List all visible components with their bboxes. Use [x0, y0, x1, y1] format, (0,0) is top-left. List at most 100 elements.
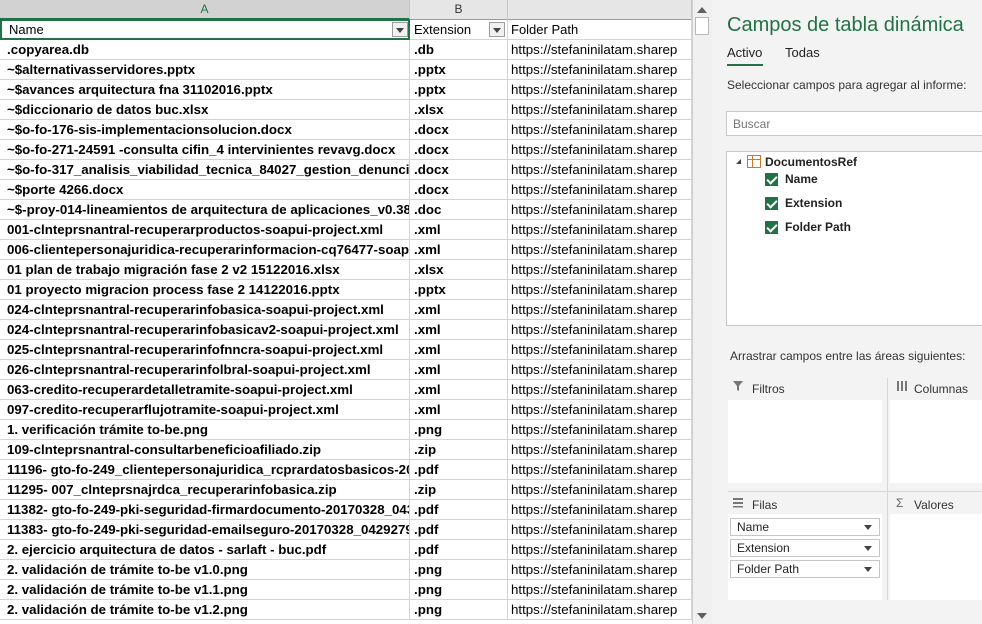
- cell-extension[interactable]: .pdf: [410, 520, 508, 540]
- row-field-chip[interactable]: Extension: [730, 539, 880, 557]
- cell-folder-path[interactable]: https://stefaninilatam.sharep: [508, 420, 692, 440]
- cell-extension[interactable]: .pdf: [410, 460, 508, 480]
- column-header-a[interactable]: A: [0, 0, 410, 20]
- cell-folder-path[interactable]: https://stefaninilatam.sharep: [508, 100, 692, 120]
- cell-folder-path[interactable]: https://stefaninilatam.sharep: [508, 480, 692, 500]
- cell-name[interactable]: 11196- gto-fo-249_clientepersonajuridica…: [0, 460, 410, 480]
- cell-folder-path[interactable]: https://stefaninilatam.sharep: [508, 180, 692, 200]
- cell-name[interactable]: 025-clnteprsnantral-recuperarinfofnncra-…: [0, 340, 410, 360]
- cell-name[interactable]: 026-clnteprsnantral-recuperarinfolbral-s…: [0, 360, 410, 380]
- column-header-c[interactable]: [508, 0, 692, 20]
- cell-folder-path[interactable]: https://stefaninilatam.sharep: [508, 80, 692, 100]
- cell-extension[interactable]: .pptx: [410, 60, 508, 80]
- cell-folder-path[interactable]: https://stefaninilatam.sharep: [508, 160, 692, 180]
- cell-name[interactable]: ~$diccionario de datos buc.xlsx: [0, 100, 410, 120]
- cell-folder-path[interactable]: https://stefaninilatam.sharep: [508, 360, 692, 380]
- cell-name[interactable]: ~$avances arquitectura fna 31102016.pptx: [0, 80, 410, 100]
- cell-name[interactable]: 11382- gto-fo-249-pki-seguridad-firmardo…: [0, 500, 410, 520]
- cell-folder-path[interactable]: https://stefaninilatam.sharep: [508, 60, 692, 80]
- cell-folder-path[interactable]: https://stefaninilatam.sharep: [508, 500, 692, 520]
- cell-name[interactable]: 01 plan de trabajo migración fase 2 v2 1…: [0, 260, 410, 280]
- cell-folder-path[interactable]: https://stefaninilatam.sharep: [508, 320, 692, 340]
- tab-active[interactable]: Activo: [727, 45, 762, 60]
- cell-name[interactable]: ~$porte 4266.docx: [0, 180, 410, 200]
- cell-name[interactable]: 063-credito-recuperardetalletramite-soap…: [0, 380, 410, 400]
- scroll-thumb[interactable]: [695, 17, 709, 35]
- cell-folder-path[interactable]: https://stefaninilatam.sharep: [508, 440, 692, 460]
- cell-name[interactable]: 024-clnteprsnantral-recuperarinfobasicav…: [0, 320, 410, 340]
- cell-folder-path[interactable]: https://stefaninilatam.sharep: [508, 240, 692, 260]
- cell-name[interactable]: 11383- gto-fo-249-pki-seguridad-emailseg…: [0, 520, 410, 540]
- cell-folder-path[interactable]: https://stefaninilatam.sharep: [508, 140, 692, 160]
- row-field-chip[interactable]: Name: [730, 518, 880, 536]
- chevron-down-icon[interactable]: [864, 567, 872, 572]
- cell-folder-path[interactable]: https://stefaninilatam.sharep: [508, 560, 692, 580]
- cell-name[interactable]: 01 proyecto migracion process fase 2 141…: [0, 280, 410, 300]
- cell-name[interactable]: 001-clnteprsnantral-recuperarproductos-s…: [0, 220, 410, 240]
- cell-folder-path[interactable]: https://stefaninilatam.sharep: [508, 540, 692, 560]
- cell-folder-path[interactable]: https://stefaninilatam.sharep: [508, 280, 692, 300]
- cell-name[interactable]: 006-clientepersonajuridica-recuperarinfo…: [0, 240, 410, 260]
- cell-extension[interactable]: .docx: [410, 120, 508, 140]
- cell-extension[interactable]: .xml: [410, 240, 508, 260]
- cell-extension[interactable]: .png: [410, 600, 508, 620]
- cell-extension[interactable]: .xml: [410, 380, 508, 400]
- cell-folder-path[interactable]: https://stefaninilatam.sharep: [508, 600, 692, 620]
- cell-name[interactable]: 097-credito-recuperarflujotramite-soapui…: [0, 400, 410, 420]
- values-drop-zone[interactable]: [890, 514, 982, 600]
- scroll-down-icon[interactable]: [696, 610, 708, 622]
- cell-extension[interactable]: .png: [410, 580, 508, 600]
- filter-dropdown-icon[interactable]: [489, 22, 505, 37]
- cell-name[interactable]: ~$o-fo-271-24591 -consulta cifin_4 inter…: [0, 140, 410, 160]
- cell-folder-path[interactable]: https://stefaninilatam.sharep: [508, 460, 692, 480]
- filter-dropdown-icon[interactable]: [392, 22, 408, 37]
- cell-extension[interactable]: .zip: [410, 480, 508, 500]
- cell-name[interactable]: .copyarea.db: [0, 40, 410, 60]
- cell-folder-path[interactable]: https://stefaninilatam.sharep: [508, 120, 692, 140]
- cell-extension[interactable]: .db: [410, 40, 508, 60]
- cell-extension[interactable]: .doc: [410, 200, 508, 220]
- cell-name[interactable]: ~$o-fo-176-sis-implementacionsolucion.do…: [0, 120, 410, 140]
- cell-folder-path[interactable]: https://stefaninilatam.sharep: [508, 220, 692, 240]
- header-cell-name[interactable]: Name: [0, 20, 410, 40]
- cell-folder-path[interactable]: https://stefaninilatam.sharep: [508, 400, 692, 420]
- cell-name[interactable]: 2. validación de trámite to-be v1.2.png: [0, 600, 410, 620]
- cell-name[interactable]: 024-clnteprsnantral-recuperarinfobasica-…: [0, 300, 410, 320]
- checkbox-checked-icon[interactable]: [765, 221, 778, 234]
- cell-folder-path[interactable]: https://stefaninilatam.sharep: [508, 580, 692, 600]
- checkbox-checked-icon[interactable]: [765, 173, 778, 186]
- field-search-input[interactable]: [726, 111, 982, 136]
- cell-folder-path[interactable]: https://stefaninilatam.sharep: [508, 380, 692, 400]
- cell-extension[interactable]: .xlsx: [410, 100, 508, 120]
- scroll-up-icon[interactable]: [696, 4, 708, 16]
- cell-folder-path[interactable]: https://stefaninilatam.sharep: [508, 300, 692, 320]
- cell-extension[interactable]: .docx: [410, 180, 508, 200]
- cell-extension[interactable]: .pptx: [410, 80, 508, 100]
- chevron-down-icon[interactable]: [864, 546, 872, 551]
- cell-extension[interactable]: .docx: [410, 140, 508, 160]
- cell-extension[interactable]: .docx: [410, 160, 508, 180]
- cell-folder-path[interactable]: https://stefaninilatam.sharep: [508, 340, 692, 360]
- checkbox-checked-icon[interactable]: [765, 197, 778, 210]
- filters-drop-zone[interactable]: [728, 400, 882, 483]
- columns-drop-zone[interactable]: [890, 400, 982, 483]
- cell-name[interactable]: 11295- 007_clnteprsnajrdca_recuperarinfo…: [0, 480, 410, 500]
- cell-extension[interactable]: .pdf: [410, 540, 508, 560]
- cell-extension[interactable]: .png: [410, 560, 508, 580]
- cell-extension[interactable]: .png: [410, 420, 508, 440]
- cell-name[interactable]: 2. validación de trámite to-be v1.1.png: [0, 580, 410, 600]
- cell-name[interactable]: 109-clnteprsnantral-consultarbeneficioaf…: [0, 440, 410, 460]
- cell-extension[interactable]: .xml: [410, 220, 508, 240]
- table-name[interactable]: DocumentosRef: [765, 155, 857, 169]
- cell-name[interactable]: ~$o-fo-317_analisis_viabilidad_tecnica_8…: [0, 160, 410, 180]
- header-cell-folder-path[interactable]: Folder Path: [508, 20, 692, 40]
- cell-extension[interactable]: .zip: [410, 440, 508, 460]
- cell-extension[interactable]: .pdf: [410, 500, 508, 520]
- cell-folder-path[interactable]: https://stefaninilatam.sharep: [508, 260, 692, 280]
- cell-folder-path[interactable]: https://stefaninilatam.sharep: [508, 40, 692, 60]
- cell-extension[interactable]: .xml: [410, 360, 508, 380]
- cell-extension[interactable]: .xml: [410, 320, 508, 340]
- cell-name[interactable]: ~$-proy-014-lineamientos de arquitectura…: [0, 200, 410, 220]
- cell-folder-path[interactable]: https://stefaninilatam.sharep: [508, 200, 692, 220]
- cell-name[interactable]: 2. ejercicio arquitectura de datos - sar…: [0, 540, 410, 560]
